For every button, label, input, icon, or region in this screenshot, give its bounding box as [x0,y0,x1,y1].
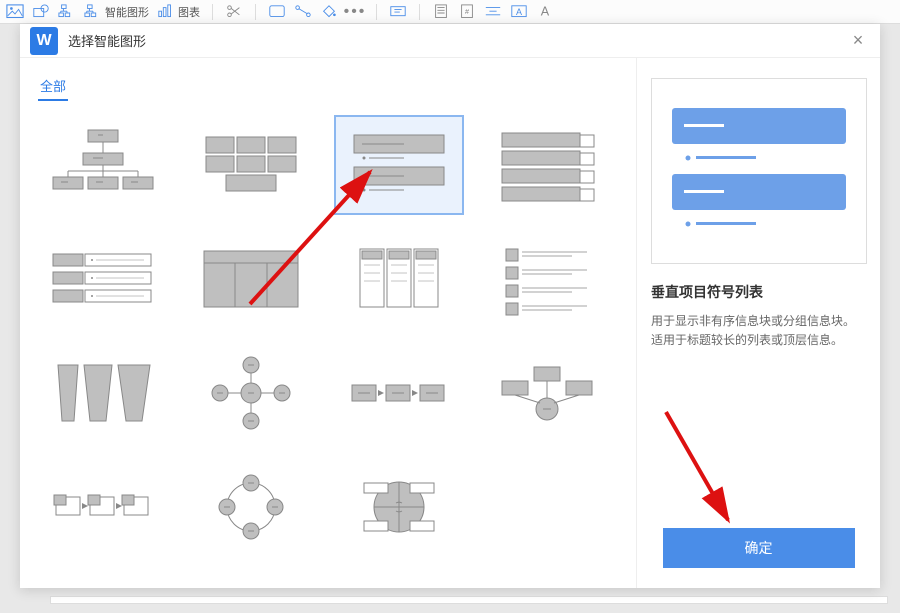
smartart-process[interactable] [334,343,464,443]
pagenum-icon[interactable]: # [458,4,476,20]
smartart-label: 智能图形 [105,4,149,20]
connector-icon[interactable] [294,4,312,20]
preview-panel: 垂直项目符号列表 用于显示非有序信息块或分组信息块。适用于标题较长的列表或顶层信… [636,58,880,588]
smartart-grid-list[interactable] [186,115,316,215]
ribbon-toolbar: 智能图形 图表 ••• # A A [0,0,900,24]
scissors-icon[interactable] [225,4,243,20]
fill-icon[interactable] [320,4,338,20]
smartart-grid [38,115,618,557]
font-icon[interactable]: A [536,4,554,20]
svg-text:A: A [541,5,550,19]
page-background [50,596,888,604]
smartart-cycle[interactable] [186,457,316,557]
toolbar-separator [212,4,213,20]
smartart-button[interactable]: 智能图形 [84,4,149,20]
chart-button[interactable]: 图表 [157,4,200,20]
smartart-icon [84,4,102,20]
chart-label: 图表 [178,4,200,20]
page-icon[interactable] [432,4,450,20]
smartart-matrix[interactable] [334,457,464,557]
smartart-dialog: W 选择智能图形 × 全部 [20,24,880,588]
shape-icon[interactable] [32,4,50,20]
close-button[interactable]: × [846,29,870,53]
textbox-icon[interactable] [389,4,407,20]
more-icon[interactable]: ••• [346,4,364,20]
svg-text:#: # [465,7,469,16]
shape2-icon[interactable] [268,4,286,20]
dialog-header: W 选择智能图形 × [20,24,880,58]
smartart-funnel[interactable] [38,343,168,443]
smartart-hierarchy[interactable] [38,115,168,215]
preview-title: 垂直项目符号列表 [651,282,866,302]
smartart-detail-list[interactable] [482,229,612,329]
tab-all[interactable]: 全部 [38,72,68,101]
svg-text:A: A [516,7,522,17]
smartart-horizontal-bullet[interactable] [38,229,168,329]
picture-icon[interactable] [6,4,24,20]
header-footer-icon[interactable] [484,4,502,20]
smartart-radial[interactable] [186,343,316,443]
confirm-button[interactable]: 确定 [663,528,855,568]
wordart-icon[interactable]: A [510,4,528,20]
app-icon: W [30,27,58,55]
smartart-table-list[interactable] [186,229,316,329]
toolbar-separator [255,4,256,20]
smartart-stacked-list[interactable] [482,115,612,215]
smartart-picture-process[interactable] [38,457,168,557]
toolbar-separator [419,4,420,20]
preview-description: 用于显示非有序信息块或分组信息块。适用于标题较长的列表或顶层信息。 [651,312,866,350]
preview-image [651,78,867,264]
chart-icon [157,4,175,20]
smartart-vertical-bullet-list[interactable] [334,115,464,215]
gallery-panel: 全部 [20,58,636,588]
smartart-icon-small[interactable] [58,4,76,20]
smartart-vertical-boxes[interactable] [334,229,464,329]
smartart-converging[interactable] [482,343,612,443]
dialog-title: 选择智能图形 [68,31,846,50]
toolbar-separator [376,4,377,20]
